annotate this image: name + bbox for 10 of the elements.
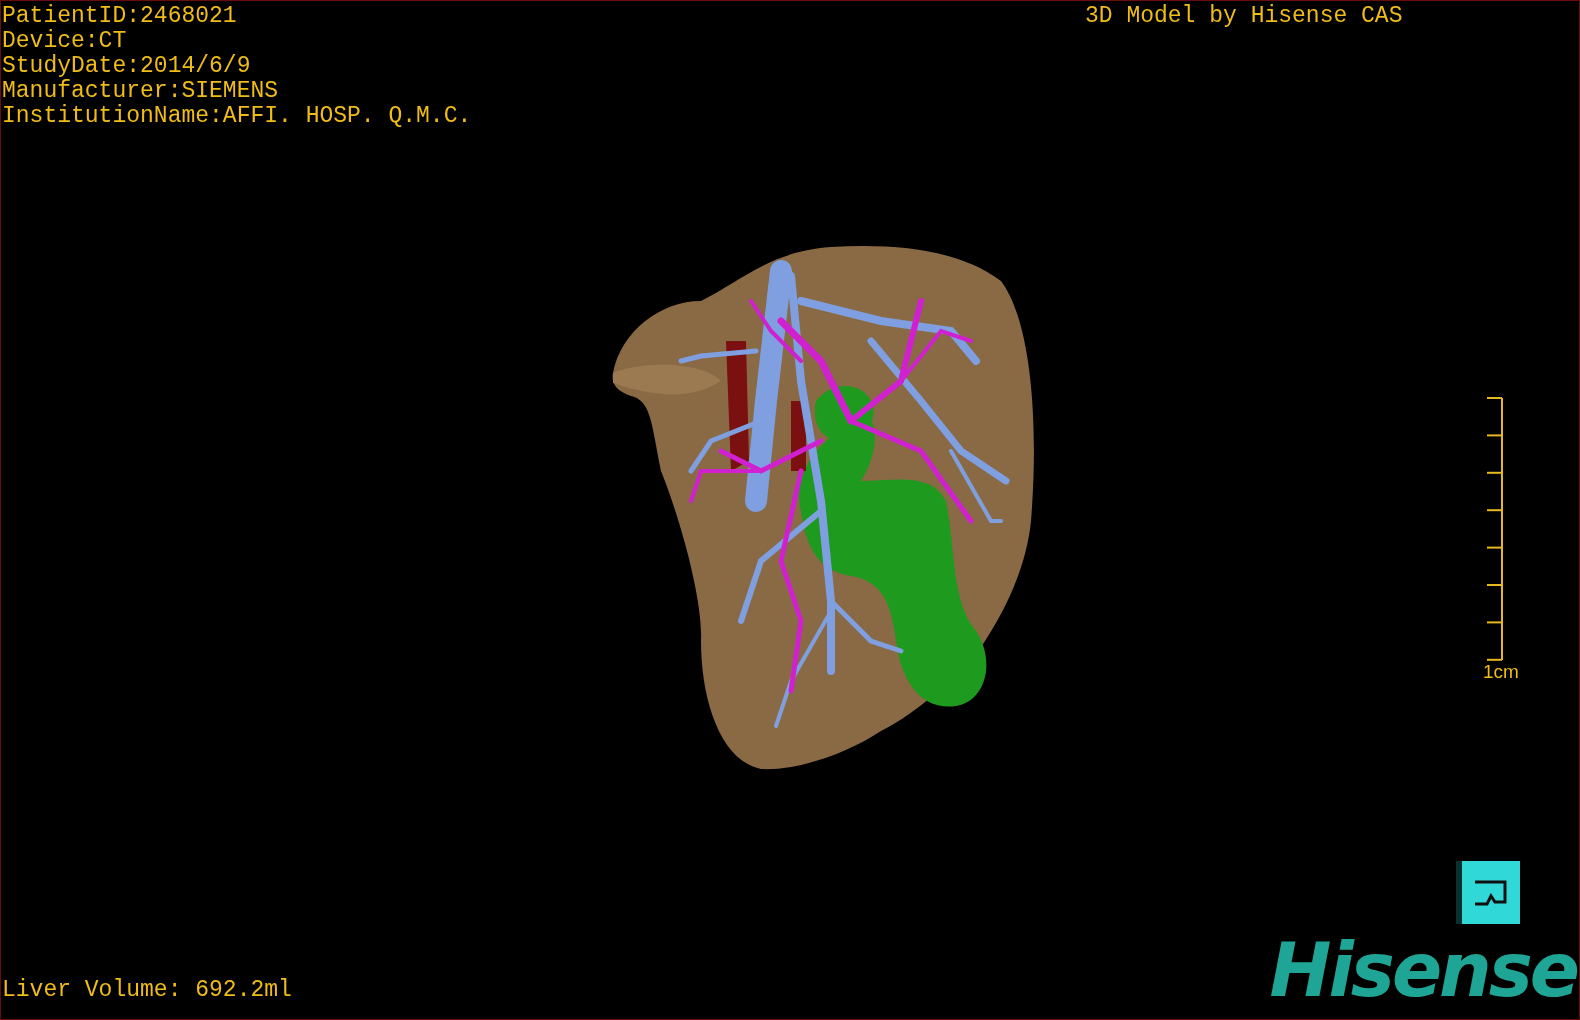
patient-info-text: Device:CT [2,29,128,54]
patient-info-text: StudyDate:2014/6/9 [2,54,252,79]
liver-volume-text: Liver Volume: 692.2ml [2,978,292,1003]
brand-logo: Hisense [1269,933,1577,1007]
patient-info-text: PatientID:2468021 [2,4,238,29]
patient-info-text: Manufacturer:SIEMENS [2,79,280,104]
patient-info-text: InstitutionName:AFFI. HOSP. Q.M.C. [2,104,472,129]
viewer-title: 3D Model by Hisense CAS [1085,4,1403,29]
tool-button[interactable] [1456,861,1520,924]
scale-label: 1cm [1483,661,1519,683]
